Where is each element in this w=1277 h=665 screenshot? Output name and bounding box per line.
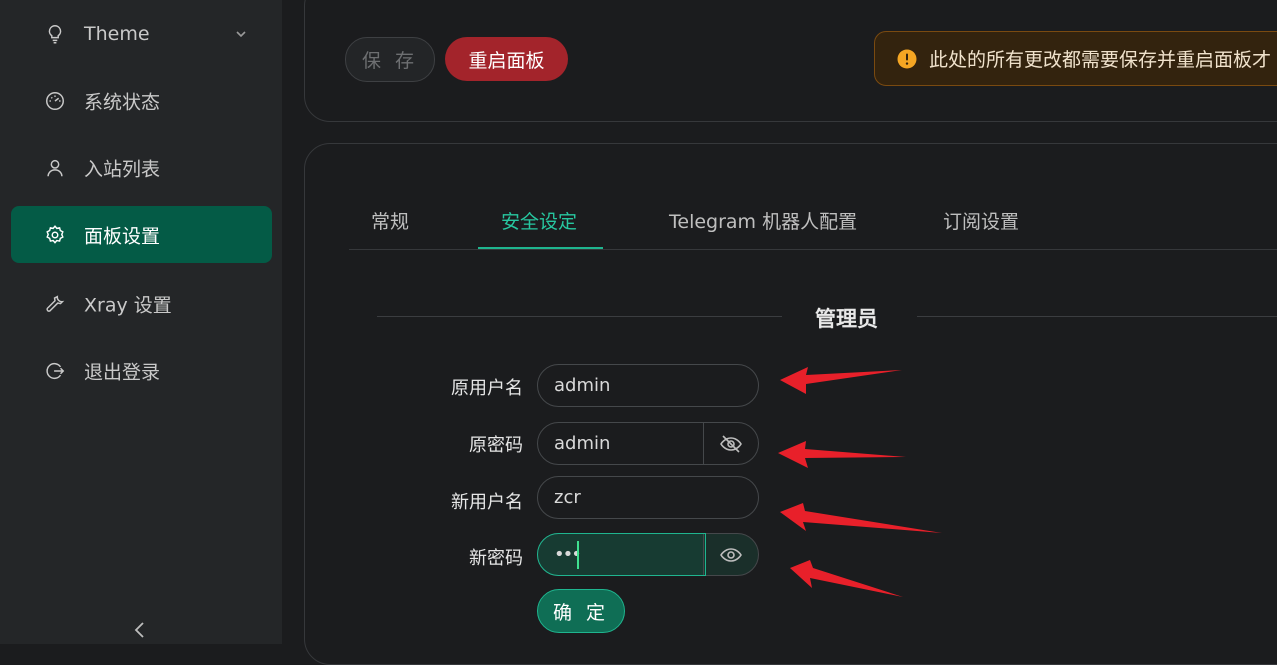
tab-telegram-bot[interactable]: Telegram 机器人配置	[669, 207, 857, 234]
warning-alert: 此处的所有更改都需要保存并重启面板才	[874, 31, 1277, 86]
eye-off-icon	[720, 434, 742, 453]
restart-panel-button[interactable]: 重启面板	[445, 37, 568, 81]
logout-icon	[46, 362, 65, 379]
old-username-input[interactable]	[554, 365, 704, 406]
confirm-button[interactable]: 确 定	[537, 589, 625, 633]
save-button[interactable]: 保 存	[345, 37, 435, 82]
old-password-field[interactable]	[537, 422, 759, 465]
sidebar-item-theme[interactable]: Theme	[11, 5, 272, 62]
alert-text: 此处的所有更改都需要保存并重启面板才	[929, 49, 1272, 71]
tabs-divider	[349, 249, 1277, 250]
sidebar-item-label: 入站列表	[84, 158, 161, 180]
tab-general[interactable]: 常规	[371, 207, 409, 234]
dashboard-icon	[46, 91, 64, 110]
old-password-label: 原密码	[469, 435, 523, 456]
bulb-icon	[48, 24, 62, 43]
sidebar-item-xray-settings[interactable]: Xray 设置	[11, 275, 272, 332]
active-tab-indicator	[478, 247, 603, 249]
section-divider-left	[377, 316, 782, 317]
old-username-field[interactable]	[537, 364, 759, 407]
sidebar-item-logout[interactable]: 退出登录	[11, 342, 272, 399]
chevron-down-icon	[236, 30, 246, 37]
new-password-label: 新密码	[469, 548, 523, 569]
old-password-input[interactable]	[554, 423, 704, 464]
eye-icon	[720, 547, 742, 562]
new-username-label: 新用户名	[451, 492, 523, 513]
tab-security[interactable]: 安全设定	[501, 207, 577, 234]
old-username-label: 原用户名	[451, 378, 523, 399]
text-cursor	[577, 541, 579, 569]
section-divider-right	[917, 316, 1277, 317]
gear-icon	[46, 224, 64, 244]
warning-circle-icon	[897, 49, 917, 68]
new-username-input[interactable]	[554, 477, 704, 518]
user-icon	[47, 159, 63, 176]
tab-subscription[interactable]: 订阅设置	[943, 207, 1019, 234]
new-password-field[interactable]	[537, 533, 759, 576]
sidebar-item-label: 面板设置	[84, 225, 161, 247]
chevron-left-icon[interactable]	[128, 618, 152, 642]
section-title: 管理员	[815, 307, 878, 331]
toggle-password-visibility[interactable]	[703, 534, 758, 575]
sidebar-item-system-status[interactable]: 系统状态	[11, 72, 272, 129]
sidebar-item-label: Xray 设置	[84, 294, 172, 316]
new-username-field[interactable]	[537, 476, 759, 519]
wrench-icon	[46, 294, 65, 312]
sidebar: Theme 系统状态 入站列表 面板设置 Xray 设置 退出登录	[0, 0, 282, 644]
sidebar-item-panel-settings[interactable]: 面板设置	[11, 206, 272, 263]
sidebar-item-label: 退出登录	[84, 361, 161, 383]
sidebar-item-label: Theme	[84, 22, 150, 45]
toggle-password-visibility[interactable]	[703, 423, 758, 464]
sidebar-item-inbounds[interactable]: 入站列表	[11, 139, 272, 196]
sidebar-item-label: 系统状态	[84, 91, 161, 113]
